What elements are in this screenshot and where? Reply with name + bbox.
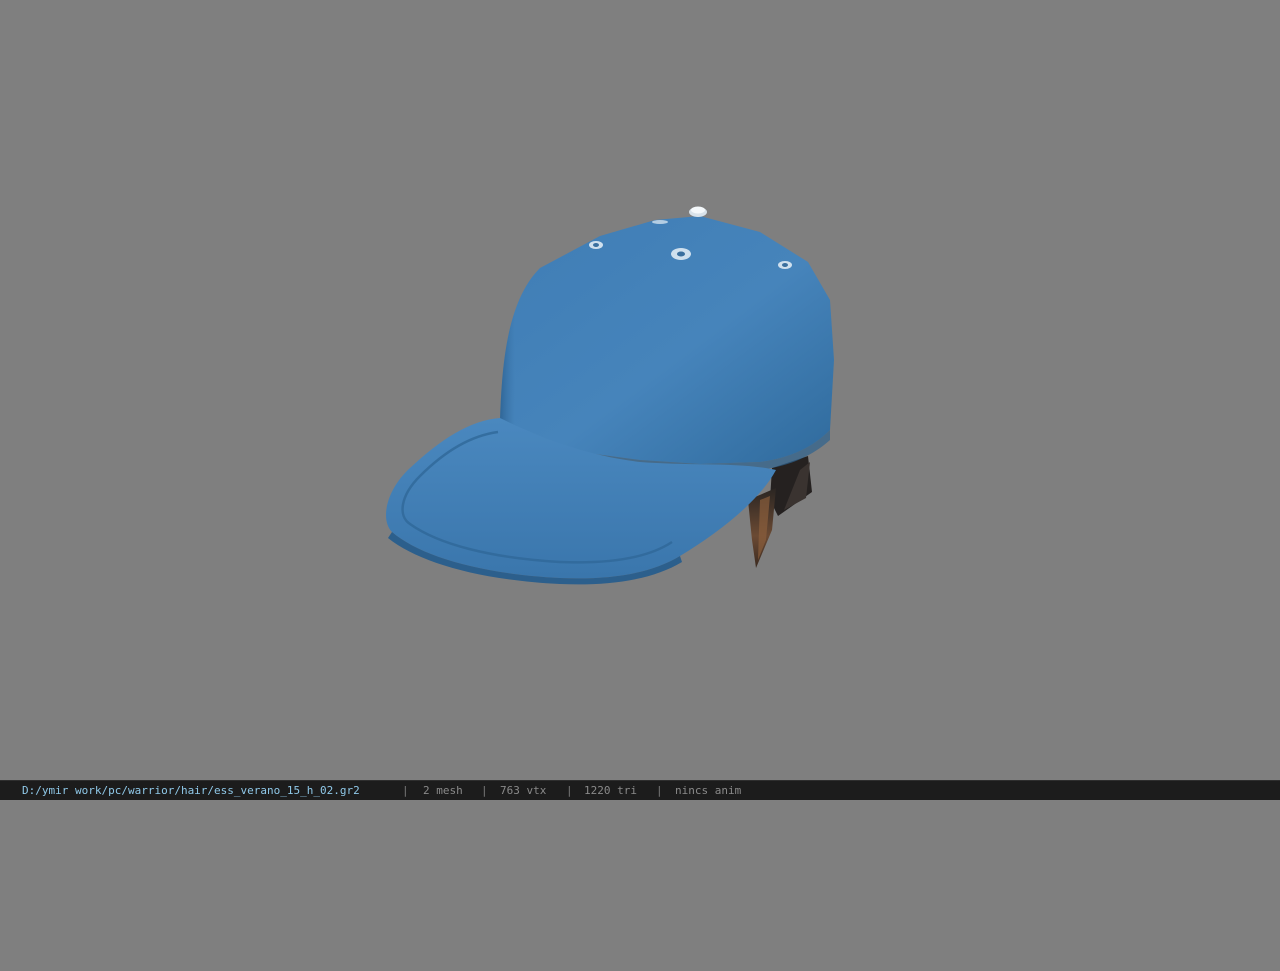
status-separator: | <box>656 784 663 797</box>
cap-crown <box>500 216 834 464</box>
triangle-count: 1220 tri <box>584 784 637 797</box>
mesh-count: 2 mesh <box>423 784 463 797</box>
model-render <box>386 206 834 585</box>
vertex-count: 763 vtx <box>500 784 547 797</box>
status-bar: D:/ymir work/pc/warrior/hair/ess_verano_… <box>0 780 1280 800</box>
status-separator: | <box>481 784 488 797</box>
animation-status: nincs anim <box>675 784 742 797</box>
status-separator: | <box>566 784 573 797</box>
file-path: D:/ymir work/pc/warrior/hair/ess_verano_… <box>22 784 360 797</box>
3d-viewport[interactable] <box>0 0 1280 780</box>
status-separator: | <box>402 784 409 797</box>
